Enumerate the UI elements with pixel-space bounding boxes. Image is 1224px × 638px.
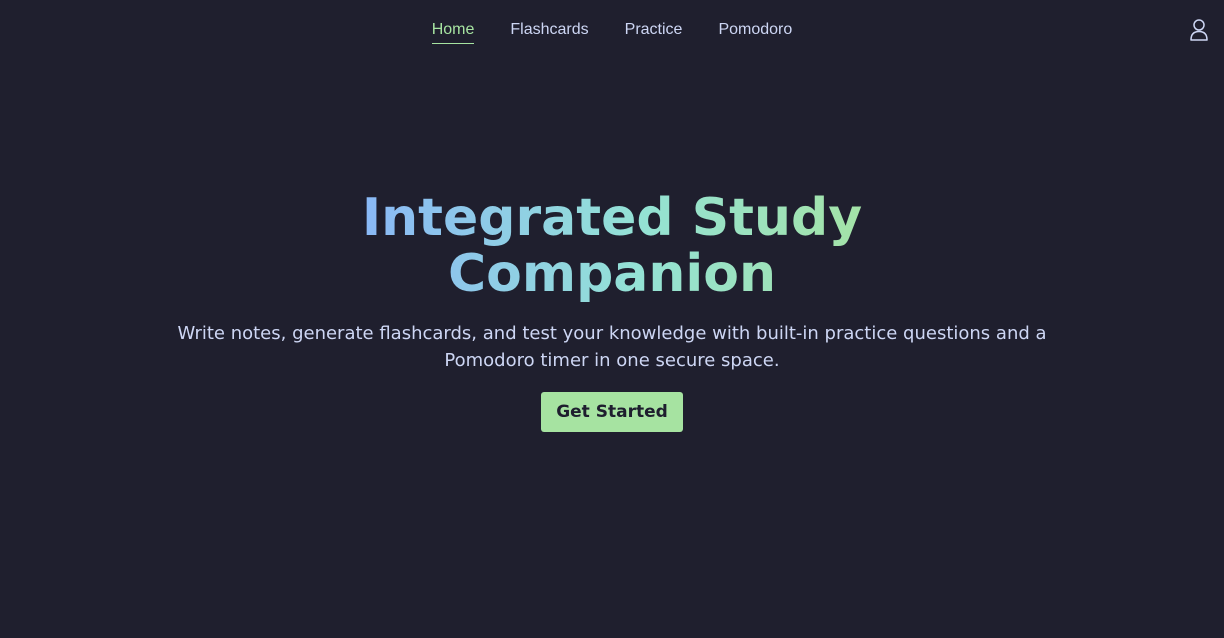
- nav-links: Home Flashcards Practice Pomodoro: [0, 20, 1224, 44]
- hero-title: Integrated Study Companion: [332, 190, 892, 302]
- nav-link-practice[interactable]: Practice: [625, 20, 683, 44]
- hero-section: Integrated Study Companion Write notes, …: [0, 190, 1224, 432]
- get-started-button[interactable]: Get Started: [541, 392, 683, 432]
- account-button[interactable]: [1188, 18, 1210, 42]
- nav-link-flashcards[interactable]: Flashcards: [510, 20, 588, 44]
- top-navigation: Home Flashcards Practice Pomodoro: [0, 0, 1224, 62]
- nav-link-pomodoro[interactable]: Pomodoro: [718, 20, 792, 44]
- user-icon: [1190, 19, 1208, 41]
- nav-link-home[interactable]: Home: [431, 20, 475, 44]
- hero-subtitle: Write notes, generate flashcards, and te…: [177, 323, 1047, 371]
